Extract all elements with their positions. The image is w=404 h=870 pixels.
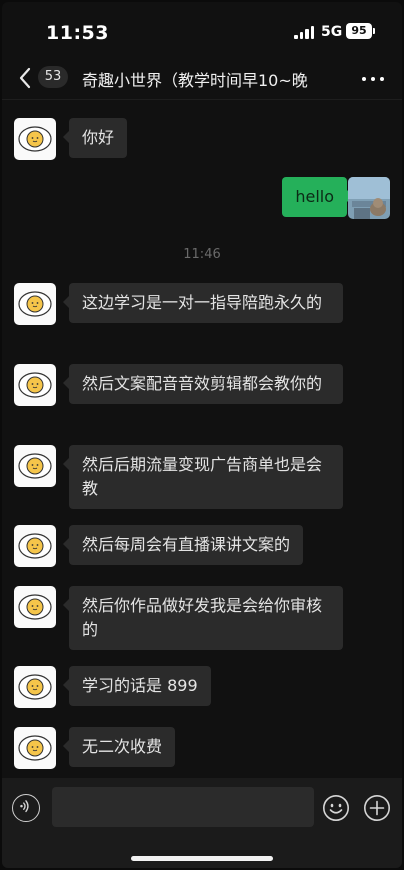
my-avatar[interactable] [348,177,390,219]
contact-avatar[interactable] [14,727,56,769]
my-message-bubble[interactable]: hello [282,177,353,217]
chat-input-bar [2,778,402,868]
more-options-button[interactable] [360,66,386,90]
more-actions-button[interactable] [363,794,391,822]
chat-title: 奇趣小世界（教学时间早10~晚 [82,71,308,90]
voice-icon [20,800,29,813]
plus-icon [364,795,390,821]
status-time: 11:53 [46,22,109,44]
contact-avatar[interactable] [14,364,56,406]
message-bubble[interactable]: 然后后期流量变现广告商单也是会教 [63,445,343,509]
status-bar: 11:53 5G 95 [2,2,402,56]
message-input[interactable] [52,787,314,827]
more-dots-icon [362,77,366,81]
message-list[interactable]: 你好 hello 11:46 这边学习是一对一指导陪跑永久的 然后文案配音音效剪… [2,101,402,777]
chevron-left-icon [19,67,31,89]
message-bubble[interactable]: 学习的话是 899 [63,666,211,706]
message-bubble[interactable]: 然后文案配音音效剪辑都会教你的 [63,364,343,404]
message-timestamp: 11:46 [183,247,221,262]
contact-avatar[interactable] [14,445,56,487]
battery-icon: 95 [346,23,372,39]
message-bubble[interactable]: 你好 [62,118,128,158]
back-button[interactable]: 53 [16,62,76,94]
message-bubble[interactable]: 然后每周会有直播课讲文案的 [62,525,304,565]
message-bubble[interactable]: 无二次收费 [62,727,176,767]
message-bubble[interactable]: 这边学习是一对一指导陪跑永久的 [63,283,343,323]
contact-avatar[interactable] [14,525,56,567]
emoji-icon [323,795,349,821]
battery-tip [373,28,375,34]
chat-nav-bar: 53 奇趣小世界（教学时间早10~晚 [2,56,402,100]
emoji-button[interactable] [322,794,350,822]
network-type-label: 5G [321,24,343,40]
contact-avatar[interactable] [14,118,56,160]
home-indicator[interactable] [131,856,273,861]
contact-avatar[interactable] [14,586,56,628]
signal-strength-icon [294,26,316,39]
phone-screen: 11:53 5G 95 53 奇趣小世界（教学时间早10~晚 你好 hello … [2,2,402,868]
voice-input-button[interactable] [12,794,40,822]
contact-avatar[interactable] [14,666,56,708]
message-bubble[interactable]: 然后你作品做好发我是会给你审核的 [63,586,343,650]
unread-count-badge: 53 [38,66,68,88]
contact-avatar[interactable] [14,283,56,325]
